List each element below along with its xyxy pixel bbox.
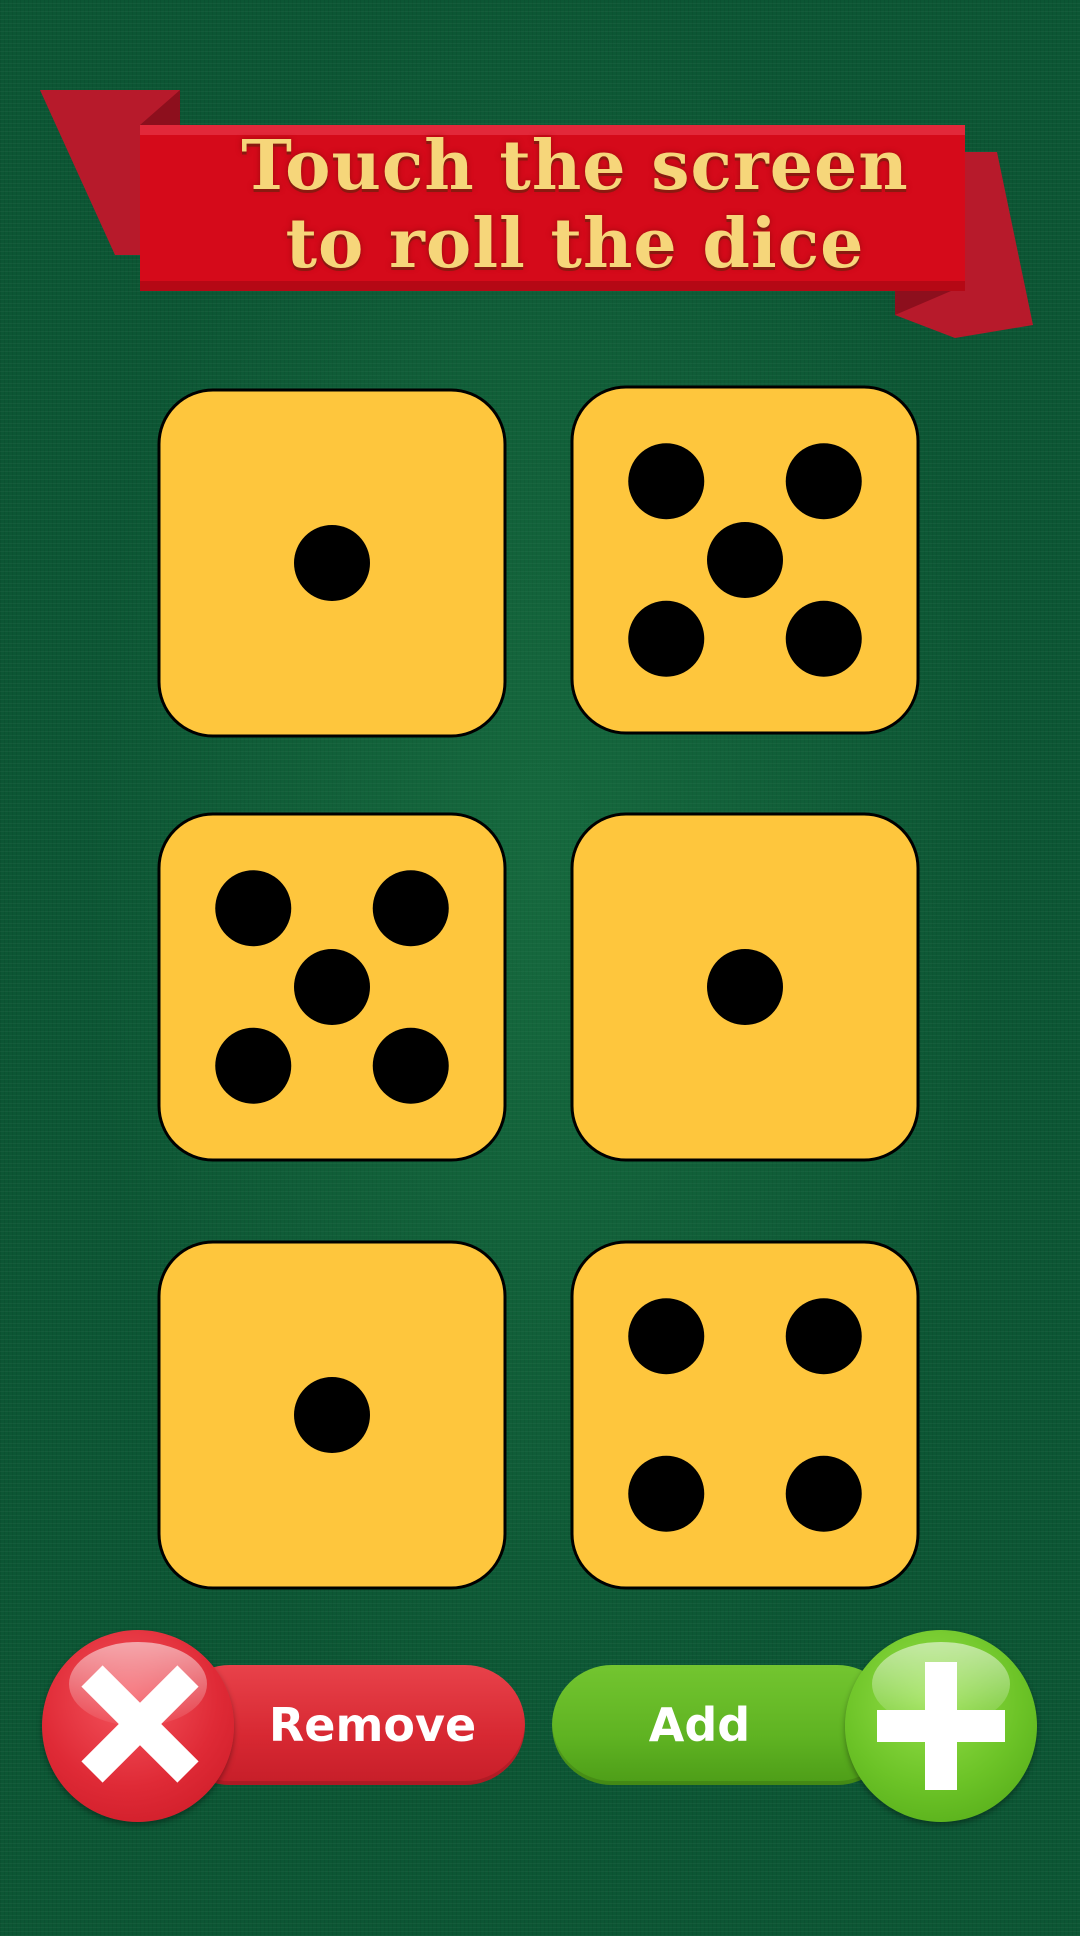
die-pip	[628, 1298, 705, 1375]
die-pip	[785, 1455, 862, 1532]
plus-icon	[877, 1662, 1005, 1790]
die-pip	[294, 1377, 370, 1453]
die-pip	[372, 1027, 449, 1104]
die-pip	[785, 443, 862, 520]
die-3[interactable]	[157, 812, 507, 1162]
die-pip	[707, 949, 783, 1025]
die-pip	[372, 870, 449, 947]
die-face	[570, 1240, 920, 1590]
die-pip	[294, 949, 370, 1025]
die-5[interactable]	[157, 1240, 507, 1590]
die-pip	[628, 443, 705, 520]
banner-text: Touch the screen to roll the dice	[140, 125, 1010, 285]
die-2[interactable]	[570, 385, 920, 735]
die-pip	[707, 522, 783, 598]
banner-line-1: Touch the screen	[241, 126, 909, 206]
die-4[interactable]	[570, 812, 920, 1162]
add-circle-button[interactable]	[845, 1630, 1037, 1822]
die-pip	[215, 1027, 292, 1104]
die-pip	[294, 525, 370, 601]
instruction-banner: Touch the screen to roll the dice	[40, 85, 1040, 345]
banner-line-2: to roll the dice	[285, 204, 865, 284]
remove-button-label: Remove	[268, 1698, 477, 1752]
remove-circle-button[interactable]	[42, 1630, 234, 1822]
die-1[interactable]	[157, 388, 507, 738]
die-pip	[628, 600, 705, 677]
die-pip	[628, 1455, 705, 1532]
die-pip	[785, 1298, 862, 1375]
die-6[interactable]	[570, 1240, 920, 1590]
die-pip	[215, 870, 292, 947]
add-button-label: Add	[648, 1698, 751, 1752]
close-x-icon	[81, 1665, 199, 1783]
die-pip	[785, 600, 862, 677]
